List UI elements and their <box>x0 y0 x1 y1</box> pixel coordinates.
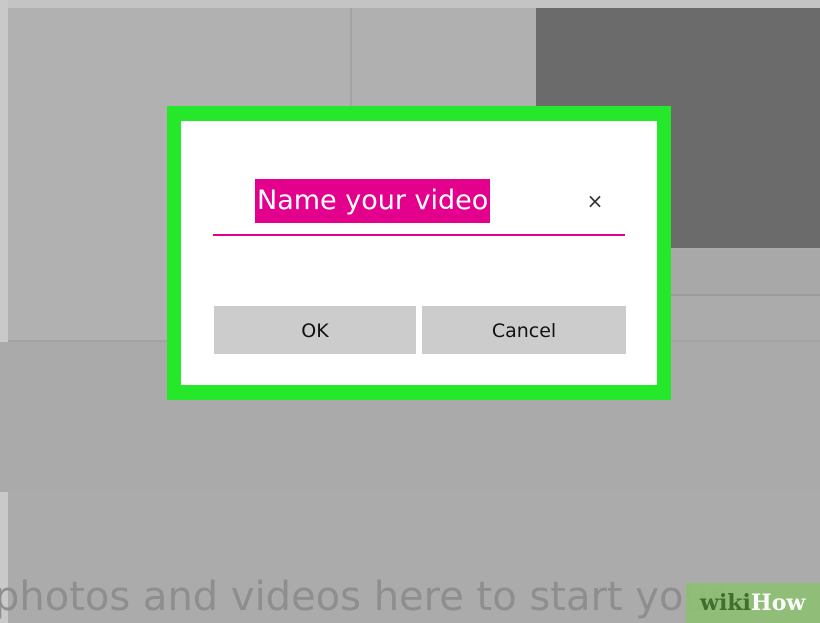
watermark-wiki: wiki <box>700 590 751 616</box>
wikihow-watermark: wikiHow <box>686 583 820 623</box>
app-window: photos and videos here to start your wik… <box>0 0 820 623</box>
empty-storyboard-prompt: photos and videos here to start your <box>0 574 726 620</box>
video-name-input[interactable]: Name your video <box>255 179 491 223</box>
media-tile[interactable] <box>352 8 536 108</box>
cancel-button[interactable]: Cancel <box>422 306 626 354</box>
input-underline <box>213 234 625 236</box>
name-video-dialog: Name your video × OK Cancel <box>181 121 657 385</box>
window-left-edge <box>0 0 8 623</box>
tile-divider <box>350 8 352 108</box>
window-top-edge <box>0 0 820 8</box>
ok-button[interactable]: OK <box>214 306 416 354</box>
tile-divider <box>670 294 820 296</box>
watermark-how: How <box>750 590 806 616</box>
close-icon[interactable]: × <box>583 189 607 213</box>
video-name-field[interactable]: Name your video × <box>213 175 625 237</box>
